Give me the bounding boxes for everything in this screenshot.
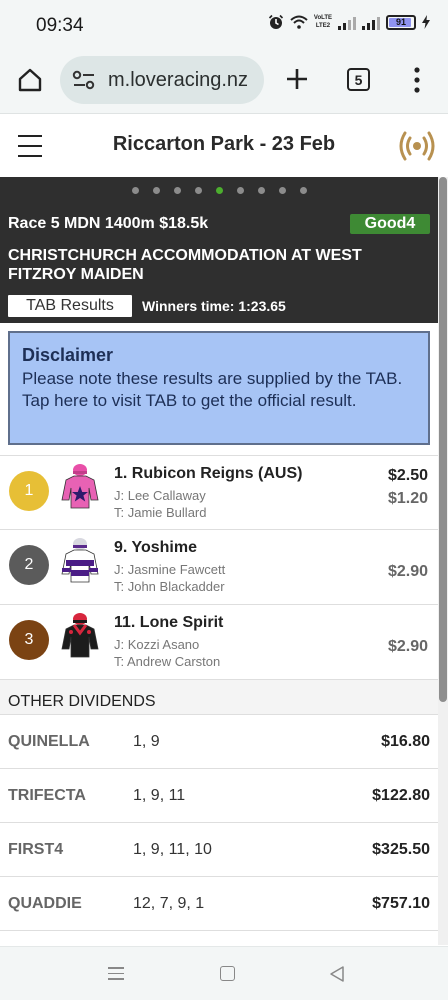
bet-runners: 1, 9 <box>133 733 160 750</box>
system-home-icon[interactable] <box>220 966 235 981</box>
race-name: CHRISTCHURCH ACCOMMODATION AT WEST FITZR… <box>8 247 362 283</box>
bet-amount: $325.50 <box>372 841 430 858</box>
signal-icon-2 <box>362 14 380 30</box>
bet-amount: $757.10 <box>372 895 430 912</box>
bet-runners: 1, 9, 11 <box>133 787 186 804</box>
runner-name: 11. Lone Spirit <box>114 614 224 631</box>
carousel-dot[interactable] <box>257 187 265 194</box>
carousel-dot[interactable] <box>152 187 160 194</box>
race-header: Race 5 MDN 1400m $18.5k Good4 CHRISTCHUR… <box>0 177 438 323</box>
carousel-dot[interactable] <box>194 187 202 194</box>
dividend-row[interactable]: QUADDIE 12, 7, 9, 1 $757.10 <box>0 877 438 931</box>
carousel-dot[interactable] <box>173 187 181 194</box>
tab-switcher-button[interactable]: 5 <box>347 68 370 91</box>
new-tab-icon[interactable] <box>284 66 310 92</box>
runner-name: 9. Yoshime <box>114 539 197 556</box>
charging-icon <box>422 15 430 29</box>
site-header: Riccarton Park - 23 Feb <box>0 115 448 177</box>
runner-row[interactable]: 3 11. Lone Spirit J: Kozzi Asano T: Andr… <box>0 605 438 680</box>
volte-top-label: VoLTE <box>313 15 332 21</box>
carousel-dot[interactable] <box>131 187 139 194</box>
race-summary: Race 5 MDN 1400m $18.5k <box>8 215 209 232</box>
site-settings-icon[interactable] <box>72 69 96 91</box>
runner-trainer: T: John Blackadder <box>114 579 225 594</box>
winners-time: Winners time: 1:23.65 <box>142 298 286 314</box>
carousel-dot[interactable] <box>215 187 223 194</box>
url-text: m.loveracing.nz <box>108 68 249 91</box>
disclaimer-text: Please note these results are supplied b… <box>22 369 403 410</box>
runner-jockey: J: Lee Callaway <box>114 488 206 503</box>
dividend-row[interactable]: QUINELLA 1, 9 $16.80 <box>0 715 438 769</box>
runner-jockey: J: Kozzi Asano <box>114 637 200 652</box>
dividend-row[interactable]: TRIFECTA 1, 9, 11 $122.80 <box>0 769 438 823</box>
system-navigation-bar <box>0 946 448 1000</box>
carousel-dot[interactable] <box>299 187 307 194</box>
tab-count: 5 <box>354 71 363 88</box>
home-icon[interactable] <box>16 66 44 94</box>
volte-indicator: VoLTE LTE2 <box>314 14 332 30</box>
bet-type: TRIFECTA <box>8 787 86 804</box>
disclaimer-box[interactable]: Disclaimer Please note these results are… <box>8 331 430 445</box>
bet-amount: $122.80 <box>372 787 430 804</box>
bet-amount: $16.80 <box>381 733 430 750</box>
battery-icon: 91 <box>386 14 416 30</box>
bet-runners: 12, 7, 9, 1 <box>133 895 205 912</box>
bet-type: FIRST4 <box>8 841 64 858</box>
bet-runners: 1, 9, 11, 10 <box>133 841 212 858</box>
jockey-silks-icon <box>61 538 99 583</box>
status-time: 09:34 <box>36 15 84 36</box>
jockey-silks-icon <box>61 464 99 509</box>
runner-row[interactable]: 1 1. Rubicon Reigns (AUS) J: Lee Callawa… <box>0 455 438 530</box>
runner-row[interactable]: 2 9. Yoshime J: Jasmine Fawcett T: John … <box>0 530 438 605</box>
battery-level: 91 <box>395 17 406 27</box>
track-condition-badge: Good4 <box>350 214 430 234</box>
runner-trainer: T: Jamie Bullard <box>114 505 207 520</box>
live-broadcast-icon[interactable] <box>398 129 436 163</box>
win-dividend: $2.50 <box>387 467 428 484</box>
status-bar: 09:34 VoLTE LTE2 91 <box>0 0 448 50</box>
carousel-dot[interactable] <box>278 187 286 194</box>
alarm-icon <box>268 14 283 29</box>
jockey-silks-icon <box>61 613 99 658</box>
disclaimer-title: Disclaimer <box>22 345 114 365</box>
dividend-row[interactable]: FIRST4 1, 9, 11, 10 $325.50 <box>0 823 438 877</box>
signal-icon-1 <box>338 14 356 30</box>
more-options-icon[interactable] <box>410 66 424 94</box>
place-dividend: $2.90 <box>387 563 428 580</box>
volte-bottom-label: LTE2 <box>315 23 331 29</box>
runner-name: 1. Rubicon Reigns (AUS) <box>114 465 303 482</box>
race-carousel-dots[interactable] <box>0 187 438 194</box>
page-title: Riccarton Park - 23 Feb <box>112 133 336 155</box>
position-badge: 3 <box>9 620 49 660</box>
runner-trainer: T: Andrew Carston <box>114 654 221 669</box>
place-dividend: $1.20 <box>387 490 428 507</box>
scrollbar-thumb[interactable] <box>439 177 447 702</box>
other-dividends-heading: OTHER DIVIDENDS <box>0 679 438 715</box>
position-badge: 1 <box>9 471 49 511</box>
back-icon[interactable] <box>328 965 346 983</box>
bet-type: QUADDIE <box>8 895 82 912</box>
bet-type: QUINELLA <box>8 733 90 750</box>
status-icons: VoLTE LTE2 91 <box>268 14 430 30</box>
address-bar[interactable]: m.loveracing.nz <box>60 56 264 104</box>
wifi-icon <box>290 15 308 29</box>
position-badge: 2 <box>9 545 49 585</box>
recent-apps-icon[interactable] <box>108 967 124 981</box>
carousel-dot[interactable] <box>236 187 244 194</box>
tab-results-button[interactable]: TAB Results <box>8 295 132 317</box>
runner-jockey: J: Jasmine Fawcett <box>114 562 226 577</box>
browser-toolbar: m.loveracing.nz 5 <box>0 50 448 114</box>
place-dividend: $2.90 <box>387 638 428 655</box>
